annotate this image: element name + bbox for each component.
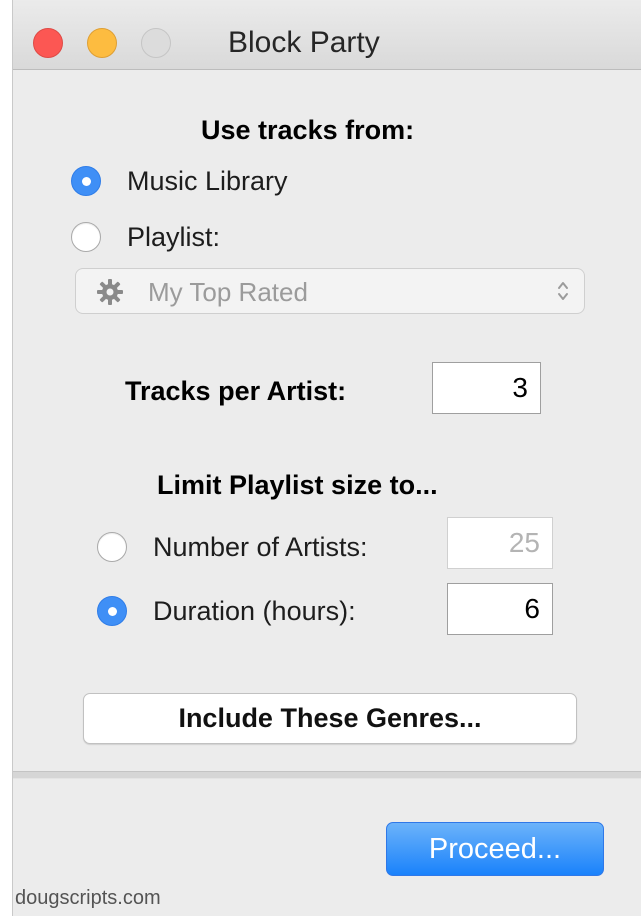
- tracks-per-artist-label: Tracks per Artist:: [125, 376, 347, 406]
- music-library-label[interactable]: Music Library: [127, 166, 288, 197]
- gear-icon: [97, 279, 123, 305]
- close-window-button[interactable]: [33, 28, 63, 58]
- limit-playlist-heading: Limit Playlist size to...: [157, 470, 438, 500]
- zoom-window-button: [141, 28, 171, 58]
- tracks-per-artist-field[interactable]: 3: [432, 362, 541, 414]
- minimize-window-button[interactable]: [87, 28, 117, 58]
- proceed-button[interactable]: Proceed...: [386, 822, 604, 876]
- music-library-radio[interactable]: [71, 166, 101, 196]
- playlist-popup[interactable]: My Top Rated: [75, 268, 585, 314]
- playlist-popup-value: My Top Rated: [148, 277, 308, 307]
- up-down-chevron-icon: [558, 282, 568, 300]
- use-tracks-heading: Use tracks from:: [201, 115, 415, 145]
- duration-label[interactable]: Duration (hours):: [153, 596, 356, 627]
- separator: [13, 771, 641, 779]
- footer-credit: dougscripts.com: [15, 887, 161, 909]
- window-title: Block Party: [228, 26, 380, 59]
- duration-radio[interactable]: [97, 596, 127, 626]
- number-of-artists-radio[interactable]: [97, 532, 127, 562]
- duration-field[interactable]: 6: [447, 583, 553, 635]
- number-of-artists-field: 25: [447, 517, 553, 569]
- title-bar: Block Party: [13, 0, 641, 70]
- include-genres-button[interactable]: Include These Genres...: [83, 693, 577, 744]
- playlist-radio[interactable]: [71, 222, 101, 252]
- number-of-artists-label[interactable]: Number of Artists:: [153, 532, 368, 563]
- block-party-window: Block Party Use tracks from: Music Libra…: [12, 0, 641, 916]
- playlist-label[interactable]: Playlist:: [127, 222, 220, 253]
